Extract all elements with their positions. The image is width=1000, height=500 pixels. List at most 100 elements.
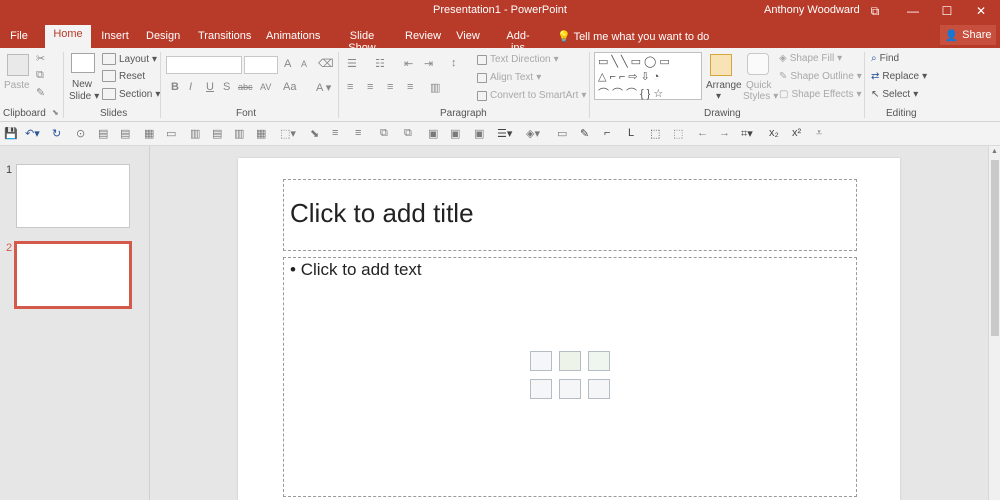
slide-canvas[interactable]: Click to add title • Click to add text — [238, 158, 900, 500]
qat-icon[interactable]: ⧉ — [404, 127, 412, 140]
change-case-button[interactable]: Aa — [283, 81, 296, 93]
bold-button[interactable]: B — [171, 81, 179, 93]
crop-icon[interactable]: ⌗▾ — [741, 127, 753, 141]
arrange-dropdown-icon[interactable]: ▾ — [716, 91, 721, 102]
character-spacing-button[interactable]: AV — [260, 82, 271, 92]
customize-qat-icon[interactable]: ⩡ — [816, 127, 822, 140]
font-size-combo[interactable] — [244, 56, 278, 74]
tab-insert[interactable]: Insert — [100, 27, 130, 48]
content-placeholder[interactable]: • Click to add text — [283, 257, 857, 497]
tab-add-ins[interactable]: Add-ins — [500, 27, 536, 54]
qat-icon[interactable]: ≡ — [332, 127, 338, 139]
tab-design[interactable]: Design — [146, 27, 180, 48]
justify-icon[interactable]: ≡ — [407, 81, 413, 93]
underline-button[interactable]: U — [206, 81, 214, 93]
new-slide-button[interactable]: Slide ▾ — [69, 91, 99, 102]
present-icon[interactable]: ⊙ — [76, 127, 85, 140]
decrease-indent-icon[interactable]: ⇤ — [404, 57, 413, 70]
qat-icon[interactable]: ▣ — [428, 127, 438, 140]
tab-view[interactable]: View — [455, 27, 481, 48]
arrow-right-icon[interactable]: → — [719, 127, 730, 139]
qat-icon[interactable]: ⧉ — [380, 127, 388, 140]
qat-icon[interactable]: ▦ — [256, 127, 266, 140]
section-button[interactable]: Section ▾ — [102, 88, 160, 100]
slide-thumbnail-1[interactable] — [16, 164, 130, 228]
align-text-button[interactable]: Align Text ▾ — [477, 72, 541, 83]
insert-picture-icon[interactable] — [530, 379, 552, 399]
insert-video-icon[interactable] — [588, 379, 610, 399]
qat-icon[interactable]: ▦ — [144, 127, 154, 140]
shape-fill-qat-icon[interactable]: ◈▾ — [526, 127, 540, 140]
user-name[interactable]: Anthony Woodward — [764, 4, 860, 16]
clear-formatting-icon[interactable]: ⌫ — [318, 57, 334, 70]
bullets-icon[interactable]: ☰ — [347, 57, 357, 70]
font-name-combo[interactable] — [166, 56, 242, 74]
elbow-connector-icon[interactable]: ⌐ — [604, 127, 610, 139]
online-pictures-icon[interactable] — [559, 379, 581, 399]
format-painter-icon[interactable]: ✎ — [36, 86, 45, 99]
layout-button[interactable]: Layout ▾ — [102, 53, 157, 65]
scrollbar-thumb[interactable] — [991, 160, 999, 336]
insert-table-icon[interactable] — [530, 351, 552, 371]
tab-file[interactable]: File — [6, 27, 32, 48]
insert-smartart-icon[interactable] — [588, 351, 610, 371]
convert-smartart-button[interactable]: Convert to SmartArt ▾ — [477, 90, 586, 101]
paste-icon[interactable] — [7, 54, 29, 76]
share-button[interactable]: 👤 Share — [940, 25, 996, 45]
ungroup-icon[interactable]: ⬚ — [673, 127, 683, 140]
minimize-button[interactable]: — — [896, 0, 930, 22]
qat-icon[interactable]: ▭ — [557, 127, 567, 140]
find-button[interactable]: ⌕ Find — [871, 53, 899, 64]
italic-button[interactable]: I — [189, 81, 192, 93]
strikethrough-button[interactable]: abc — [238, 82, 253, 92]
numbering-icon[interactable]: ☷ — [375, 57, 385, 70]
connector-icon[interactable]: L — [628, 127, 634, 139]
qat-icon[interactable]: ▤ — [212, 127, 222, 140]
qat-icon[interactable]: ⬚▾ — [280, 127, 296, 140]
qat-icon[interactable]: ▭ — [166, 127, 176, 140]
tab-transitions[interactable]: Transitions — [198, 27, 251, 48]
shrink-font-button[interactable]: A — [301, 59, 307, 69]
qat-icon[interactable]: ▣ — [474, 127, 484, 140]
group-icon[interactable]: ⬚ — [650, 127, 660, 140]
tab-review[interactable]: Review — [405, 27, 441, 48]
arrange-icon[interactable] — [710, 54, 732, 76]
new-slide-icon[interactable] — [71, 53, 95, 73]
shapes-gallery[interactable]: ▭╲╲▭◯▭ △⌐⌐⇨⇩◔ ⌒⌒⌒{}☆ — [594, 52, 702, 100]
select-button[interactable]: ↖ Select ▾ — [871, 89, 918, 100]
undo-icon[interactable]: ↶▾ — [25, 127, 40, 140]
tab-animations[interactable]: Animations — [266, 27, 320, 48]
qat-icon[interactable]: ≡ — [355, 127, 361, 139]
slide-thumbnail-2[interactable] — [14, 241, 132, 309]
qat-icon[interactable]: ▣ — [450, 127, 460, 140]
qat-icon[interactable]: ▥ — [190, 127, 200, 140]
arrow-left-icon[interactable]: ← — [697, 127, 708, 139]
insert-chart-icon[interactable] — [559, 351, 581, 371]
align-center-icon[interactable]: ≡ — [367, 81, 373, 93]
text-direction-button[interactable]: Text Direction ▾ — [477, 54, 559, 65]
reset-button[interactable]: Reset — [102, 70, 145, 82]
shape-fill-button[interactable]: ◈ Shape Fill ▾ — [779, 53, 842, 64]
tab-slide-show[interactable]: Slide Show — [338, 27, 386, 54]
shape-effects-button[interactable]: ▢ Shape Effects ▾ — [779, 89, 862, 100]
restore-ribbon-icon[interactable]: ⧉ — [858, 0, 892, 22]
tab-home[interactable]: Home — [45, 25, 91, 48]
scroll-up-icon[interactable]: ▲ — [991, 148, 998, 155]
align-right-icon[interactable]: ≡ — [387, 81, 393, 93]
qat-icon[interactable]: ▥ — [234, 127, 244, 140]
replace-button[interactable]: ⇄ Replace ▾ — [871, 71, 927, 82]
copy-icon[interactable]: ⧉ — [36, 69, 44, 82]
redo-icon[interactable]: ↻ — [52, 127, 61, 140]
align-left-icon[interactable]: ≡ — [347, 81, 353, 93]
grow-font-button[interactable]: A — [284, 58, 291, 70]
title-placeholder[interactable]: Click to add title — [283, 179, 857, 251]
qat-icon[interactable]: ▤ — [98, 127, 108, 140]
quick-styles-label-1[interactable]: Quick — [746, 80, 772, 91]
new-slide-label-1[interactable]: New — [72, 79, 92, 90]
tell-me-box[interactable]: 💡 Tell me what you want to do — [557, 30, 709, 43]
line-spacing-icon[interactable]: ↕ — [451, 57, 457, 69]
cut-icon[interactable]: ✂ — [36, 52, 45, 65]
quick-styles-button[interactable]: Styles ▾ — [743, 91, 778, 102]
paste-button[interactable]: Paste — [4, 80, 30, 91]
subscript-icon[interactable]: x₂ — [769, 127, 779, 139]
